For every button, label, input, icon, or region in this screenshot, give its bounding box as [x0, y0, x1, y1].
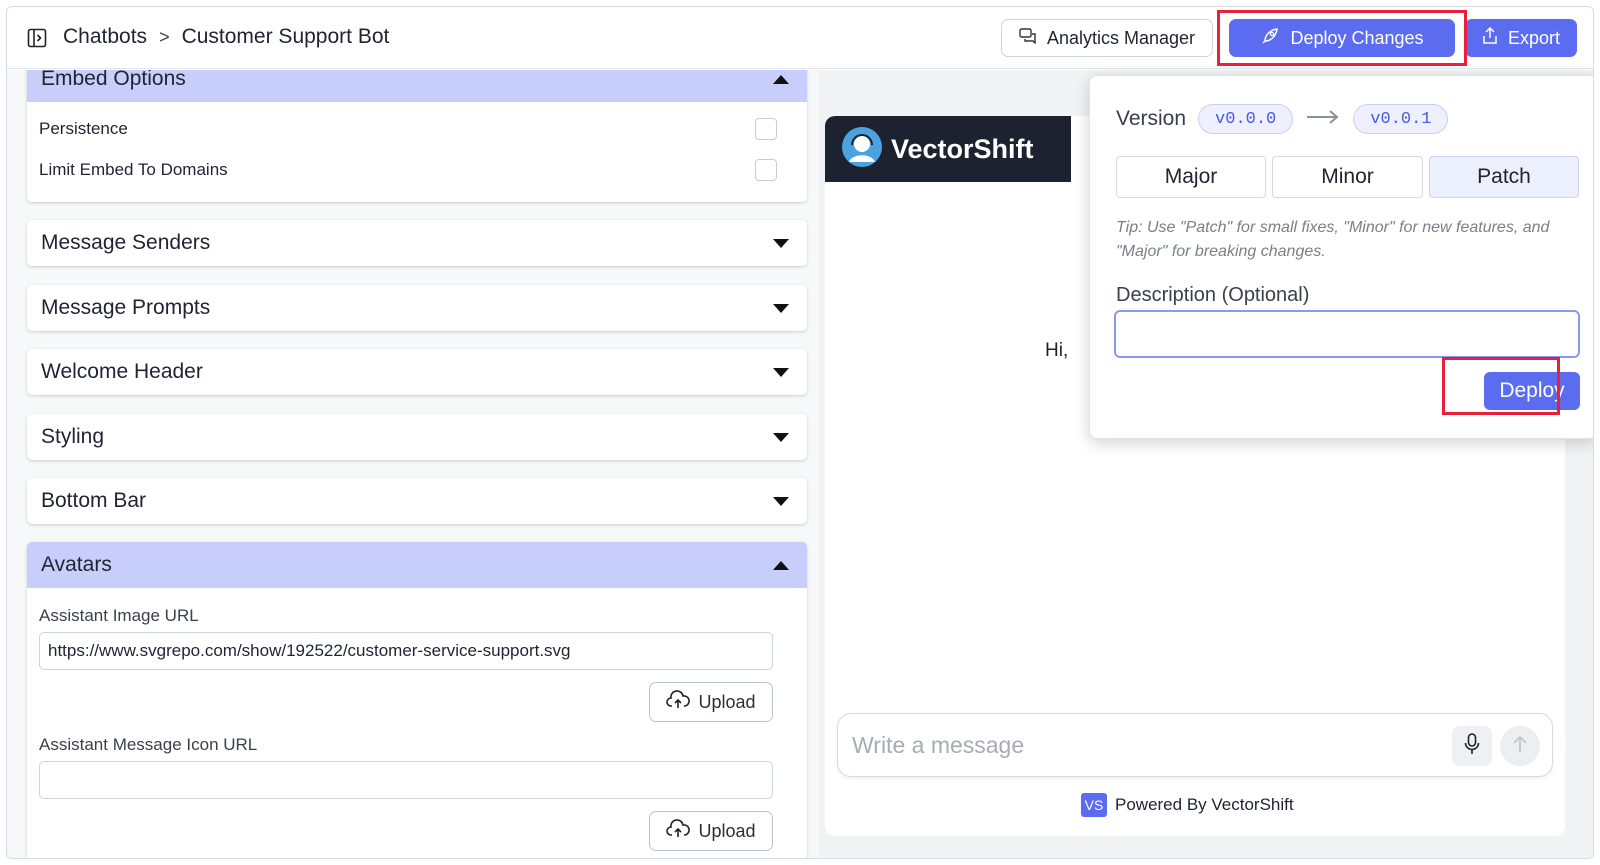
embed-options-title: Embed Options — [41, 70, 186, 90]
upload-label: Upload — [698, 691, 756, 712]
microphone-button[interactable] — [1452, 726, 1492, 766]
accordion-header[interactable]: Bottom Bar — [27, 478, 807, 524]
breadcrumb-separator: > — [159, 26, 170, 47]
next-version-badge: v0.0.1 — [1353, 104, 1449, 134]
section-title: Message Senders — [41, 231, 211, 254]
styling-section[interactable]: Styling — [27, 414, 807, 460]
export-label: Export — [1507, 27, 1561, 48]
greeting-text: Hi, — [1045, 340, 1069, 361]
expand-icon — [773, 303, 789, 313]
version-label: Version — [1116, 107, 1187, 130]
upload-label: Upload — [698, 820, 756, 841]
section-title: Message Prompts — [41, 296, 211, 319]
message-composer[interactable]: Write a message — [837, 713, 1553, 777]
persistence-checkbox[interactable] — [755, 117, 777, 140]
version-row: Version v0.0.0 v0.0.1 — [1116, 104, 1449, 134]
powered-by-text: Powered By VectorShift — [1115, 795, 1294, 814]
persistence-label: Persistence — [39, 118, 128, 138]
avatars-section: Avatars Assistant Image URL https://www.… — [27, 542, 807, 858]
assistant-icon-label: Assistant Message Icon URL — [39, 735, 258, 754]
accordion-header[interactable]: Styling — [27, 414, 807, 460]
version-option-major[interactable]: Major — [1116, 156, 1266, 198]
chat-icon — [1019, 27, 1037, 49]
limit-domains-checkbox[interactable] — [755, 158, 777, 181]
highlight-deploy-button — [1442, 357, 1560, 415]
limit-domains-row: Limit Embed To Domains — [27, 149, 807, 190]
current-version-badge: v0.0.0 — [1198, 104, 1294, 134]
section-title: Bottom Bar — [41, 489, 147, 512]
breadcrumb: Chatbots > Customer Support Bot — [63, 25, 389, 49]
analytics-manager-label: Analytics Manager — [1046, 27, 1196, 48]
accordion-header[interactable]: Welcome Header — [27, 349, 807, 395]
cloud-upload-icon — [666, 818, 691, 844]
export-button[interactable]: Export — [1465, 19, 1577, 57]
settings-panel: Embed Options Persistence Limit Embed To… — [7, 70, 819, 858]
breadcrumb-current: Customer Support Bot — [181, 25, 390, 48]
send-button[interactable] — [1500, 726, 1540, 766]
chat-brand-bar: VectorShift — [825, 116, 1071, 182]
accordion-header[interactable]: Message Prompts — [27, 285, 807, 331]
section-title: Styling — [41, 425, 105, 448]
accordion-header[interactable]: Message Senders — [27, 220, 807, 266]
message-senders-section[interactable]: Message Senders — [27, 220, 807, 266]
assistant-avatar-icon — [841, 126, 883, 173]
assistant-image-label: Assistant Image URL — [39, 606, 199, 625]
message-prompts-section[interactable]: Message Prompts — [27, 285, 807, 331]
vectorshift-logo: VS — [1081, 793, 1107, 817]
upload-button[interactable]: Upload — [649, 682, 773, 722]
limit-domains-label: Limit Embed To Domains — [39, 159, 228, 179]
bottom-bar-section[interactable]: Bottom Bar — [27, 478, 807, 524]
embed-options-section: Embed Options Persistence Limit Embed To… — [27, 70, 807, 202]
cloud-upload-icon — [666, 689, 691, 715]
powered-by: VS Powered By VectorShift — [1081, 793, 1294, 817]
message-input[interactable]: Write a message — [852, 732, 1024, 759]
expand-icon — [773, 432, 789, 442]
brand-name: VectorShift — [891, 133, 1034, 164]
version-option-patch[interactable]: Patch — [1429, 156, 1579, 198]
analytics-manager-button[interactable]: Analytics Manager — [1001, 19, 1213, 57]
expand-icon — [773, 496, 789, 506]
collapse-icon — [773, 560, 789, 570]
version-tip: Tip: Use "Patch" for small fixes, "Minor… — [1116, 219, 1550, 260]
microphone-icon — [1464, 732, 1480, 760]
assistant-image-url-input[interactable]: https://www.svgrepo.com/show/192522/cust… — [39, 632, 773, 670]
persistence-row: Persistence — [27, 108, 807, 149]
expand-icon — [773, 238, 789, 248]
description-input[interactable] — [1114, 310, 1580, 358]
expand-icon — [773, 367, 789, 377]
section-title: Welcome Header — [41, 360, 203, 383]
arrow-up-icon — [1512, 735, 1528, 758]
highlight-deploy-changes — [1217, 10, 1467, 66]
assistant-icon-url-input[interactable] — [39, 761, 773, 799]
avatars-header[interactable]: Avatars — [27, 542, 807, 588]
description-label: Description (Optional) — [1116, 284, 1310, 306]
welcome-header-section[interactable]: Welcome Header — [27, 349, 807, 395]
share-icon — [1482, 26, 1498, 50]
embed-options-header[interactable]: Embed Options — [27, 70, 807, 102]
app-window: Chatbots > Customer Support Bot Analytic… — [6, 6, 1594, 859]
collapse-icon — [773, 74, 789, 84]
arrow-right-icon — [1305, 107, 1341, 132]
sidebar-toggle-icon[interactable] — [27, 28, 47, 48]
version-option-minor[interactable]: Minor — [1272, 156, 1423, 198]
upload-button[interactable]: Upload — [649, 811, 773, 851]
avatars-title: Avatars — [41, 553, 112, 576]
breadcrumb-chatbots[interactable]: Chatbots — [63, 25, 147, 49]
